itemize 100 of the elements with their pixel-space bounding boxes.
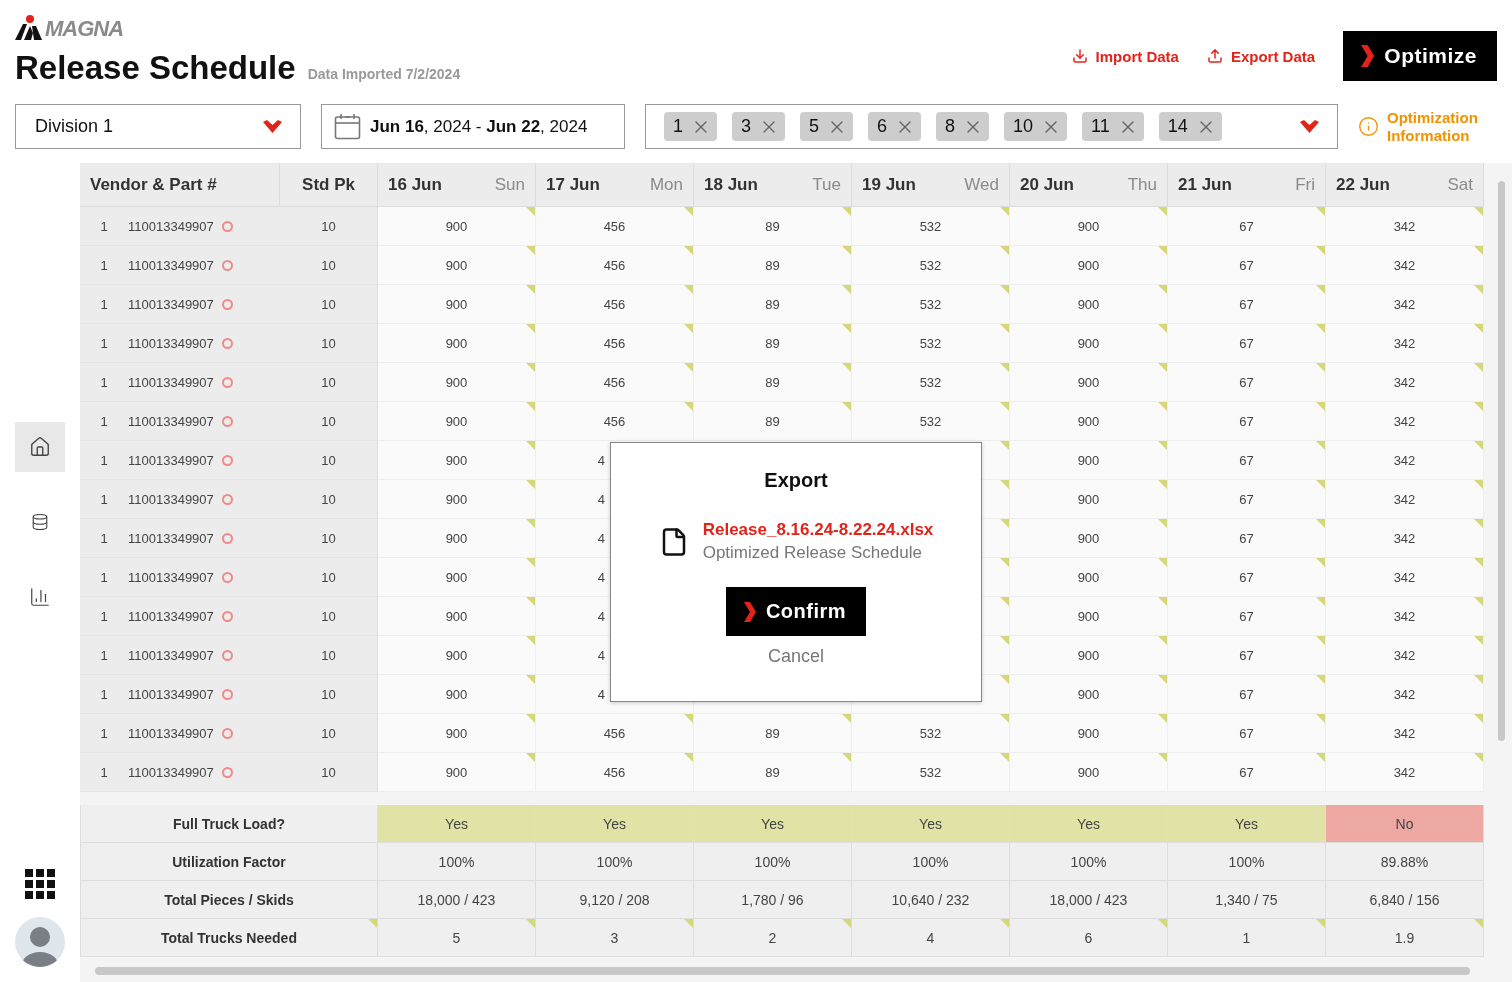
table-cell: 342 bbox=[1326, 675, 1484, 714]
table-cell: 532 bbox=[852, 714, 1010, 753]
part-number: 110013349907 bbox=[128, 218, 214, 234]
table-cell: 67 bbox=[1168, 207, 1326, 246]
tag-chip[interactable]: 10 bbox=[1004, 112, 1068, 141]
nav-item[interactable] bbox=[15, 422, 65, 472]
table-cell: 342 bbox=[1326, 441, 1484, 480]
row-number: 1 bbox=[99, 569, 109, 585]
confirm-button[interactable]: Confirm bbox=[725, 587, 867, 636]
table-cell: 900 bbox=[378, 324, 536, 363]
table-cell: 89 bbox=[694, 285, 852, 324]
tag-chip[interactable]: 3 bbox=[732, 112, 786, 141]
row-number: 1 bbox=[99, 296, 109, 312]
column-header: 22 Jun Sat bbox=[1326, 163, 1484, 207]
summary-cell: Yes bbox=[694, 805, 852, 843]
date-range-field[interactable]: Jun 16, 2024 - Jun 22, 2024 bbox=[321, 104, 625, 149]
summary-cell: 10,640 / 232 bbox=[852, 881, 1010, 919]
summary-cell: Yes bbox=[1168, 805, 1326, 843]
tag-chip[interactable]: 5 bbox=[800, 112, 854, 141]
tag-chip[interactable]: 11 bbox=[1082, 112, 1144, 141]
corner-marker bbox=[1474, 207, 1483, 216]
summary-cell: 9,120 / 208 bbox=[536, 881, 694, 919]
alert-circle-icon bbox=[221, 688, 233, 700]
summary-cell: No bbox=[1326, 805, 1484, 843]
tag-chip[interactable]: 14 bbox=[1158, 112, 1222, 141]
summary-cell: 3 bbox=[536, 919, 694, 957]
table-cell: 532 bbox=[852, 753, 1010, 792]
summary-cell: 18,000 / 423 bbox=[378, 881, 536, 919]
row-number: 1 bbox=[99, 530, 109, 546]
summary-cell: 1 bbox=[1168, 919, 1326, 957]
cancel-button[interactable]: Cancel bbox=[762, 645, 830, 668]
summary-cell: 100% bbox=[694, 843, 852, 881]
division-dropdown[interactable]: Division 1 bbox=[15, 104, 301, 149]
corner-marker bbox=[1474, 402, 1483, 411]
table-cell: 900 bbox=[1010, 480, 1168, 519]
table-cell: 67 bbox=[1168, 597, 1326, 636]
row-number: 1 bbox=[99, 218, 109, 234]
table-cell: 10 bbox=[280, 285, 378, 324]
summary-cell: 89.88% bbox=[1326, 843, 1484, 881]
summary-cell: 6,840 / 156 bbox=[1326, 881, 1484, 919]
table-cell: 532 bbox=[852, 324, 1010, 363]
table-cell: 89 bbox=[694, 324, 852, 363]
column-header: Std Pk bbox=[280, 163, 378, 207]
table-cell: 900 bbox=[378, 558, 536, 597]
table-cell: 342 bbox=[1326, 519, 1484, 558]
tag-select[interactable]: 1 3 5 6 8 10 11 14 bbox=[645, 104, 1338, 149]
summary-cell: 100% bbox=[378, 843, 536, 881]
corner-marker bbox=[1474, 480, 1483, 489]
summary-cell: 5 bbox=[378, 919, 536, 957]
apps-grid-icon[interactable] bbox=[25, 869, 55, 899]
summary-cell: 100% bbox=[1010, 843, 1168, 881]
table-cell: 900 bbox=[1010, 363, 1168, 402]
table-cell: 67 bbox=[1168, 285, 1326, 324]
table-cell: 900 bbox=[378, 285, 536, 324]
table-cell: 67 bbox=[1168, 675, 1326, 714]
table-cell: 10 bbox=[280, 714, 378, 753]
table-cell: 456 bbox=[536, 714, 694, 753]
alert-circle-icon bbox=[221, 376, 233, 388]
summary-label: Full Truck Load? bbox=[80, 805, 378, 843]
part-number: 110013349907 bbox=[128, 452, 214, 468]
export-button[interactable]: Export Data bbox=[1206, 47, 1316, 65]
table-cell: 532 bbox=[852, 207, 1010, 246]
table-cell: 900 bbox=[1010, 519, 1168, 558]
table-cell: 10 bbox=[280, 597, 378, 636]
corner-marker bbox=[1474, 919, 1483, 928]
table-cell: 342 bbox=[1326, 363, 1484, 402]
table-cell: 456 bbox=[536, 753, 694, 792]
table-cell: 342 bbox=[1326, 207, 1484, 246]
table-cell: 342 bbox=[1326, 636, 1484, 675]
corner-marker bbox=[1474, 714, 1483, 723]
summary-cell: 4 bbox=[852, 919, 1010, 957]
import-button[interactable]: Import Data bbox=[1071, 47, 1179, 65]
table-cell: 10 bbox=[280, 675, 378, 714]
table-cell: 67 bbox=[1168, 402, 1326, 441]
tag-chip[interactable]: 1 bbox=[664, 112, 717, 141]
row-number: 1 bbox=[99, 764, 109, 780]
table-cell: 10 bbox=[280, 480, 378, 519]
part-number: 110013349907 bbox=[128, 530, 214, 546]
alert-circle-icon bbox=[221, 610, 233, 622]
row-number: 1 bbox=[99, 647, 109, 663]
avatar[interactable] bbox=[15, 917, 65, 967]
optimize-button[interactable]: Optimize bbox=[1343, 31, 1497, 81]
table-cell: 900 bbox=[378, 246, 536, 285]
table-cell: 900 bbox=[378, 597, 536, 636]
table-cell: 900 bbox=[1010, 597, 1168, 636]
table-cell: 900 bbox=[378, 480, 536, 519]
corner-marker bbox=[1474, 636, 1483, 645]
tag-chip[interactable]: 8 bbox=[936, 112, 990, 141]
part-number: 110013349907 bbox=[128, 413, 214, 429]
summary-cell: Yes bbox=[378, 805, 536, 843]
table-cell: 900 bbox=[378, 675, 536, 714]
alert-circle-icon bbox=[221, 415, 233, 427]
summary-cell: 100% bbox=[1168, 843, 1326, 881]
part-number: 110013349907 bbox=[128, 257, 214, 273]
tag-chip[interactable]: 6 bbox=[868, 112, 922, 141]
summary-cell: Yes bbox=[536, 805, 694, 843]
table-cell: 456 bbox=[536, 285, 694, 324]
table-cell: 900 bbox=[378, 363, 536, 402]
table-cell: 67 bbox=[1168, 558, 1326, 597]
upload-icon bbox=[1206, 48, 1223, 64]
